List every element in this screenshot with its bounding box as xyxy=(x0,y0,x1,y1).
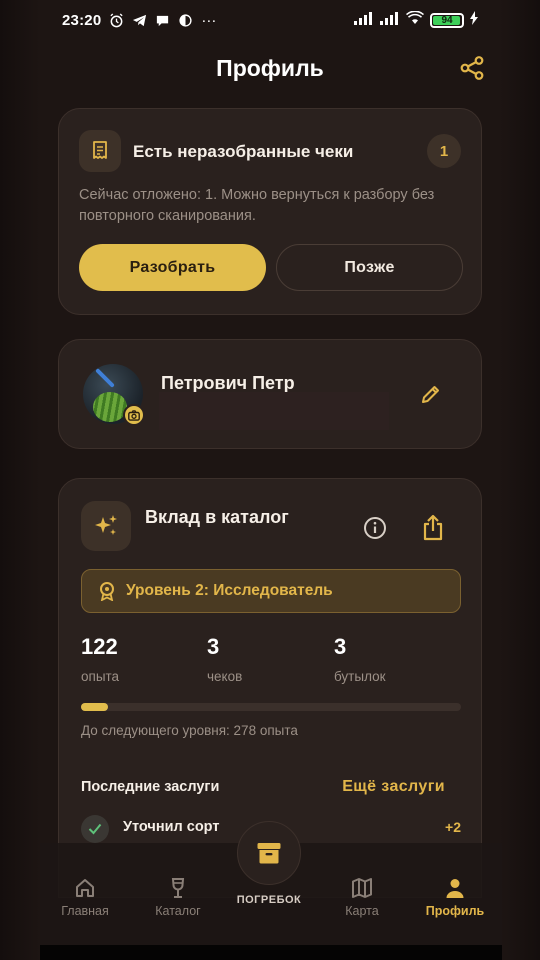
stat-value: 122 xyxy=(81,634,118,659)
app-icon xyxy=(178,13,193,28)
avatar-knife-image xyxy=(95,368,115,388)
pending-count-badge: 1 xyxy=(427,134,461,168)
pending-receipts-title: Есть неразобранные чеки xyxy=(133,142,354,161)
nav-item-profile[interactable]: Профиль xyxy=(420,877,490,918)
map-icon xyxy=(327,877,397,899)
share-contribution-button[interactable] xyxy=(421,514,445,542)
wine-glass-icon xyxy=(143,877,213,899)
wifi-icon xyxy=(405,10,425,29)
nav-label: Каталог xyxy=(155,904,201,918)
status-time: 23:20 xyxy=(62,11,102,29)
share-button[interactable] xyxy=(458,54,486,82)
telegram-icon xyxy=(132,13,147,28)
nav-item-home[interactable]: Главная xyxy=(50,877,120,918)
sparkles-icon xyxy=(81,501,131,551)
charging-icon xyxy=(470,11,478,29)
header: Профиль xyxy=(0,48,540,88)
later-button[interactable]: Позже xyxy=(276,244,463,291)
battery-level: 94 xyxy=(441,14,453,26)
nav-item-map[interactable]: Карта xyxy=(327,877,397,918)
battery-icon: 94 xyxy=(430,12,464,28)
stat-value: 3 xyxy=(207,634,220,659)
info-icon xyxy=(364,517,386,539)
profile-screen: 23:20 ··· 94 Профиль Есть неразобранные … xyxy=(0,0,540,960)
system-navigation-bar xyxy=(40,945,502,960)
more-merits-link[interactable]: Ещё заслуги xyxy=(342,778,445,796)
stat-value: 3 xyxy=(334,634,347,659)
archive-box-icon xyxy=(257,843,281,864)
merit-points: +2 xyxy=(445,819,461,835)
pending-receipts-description: Сейчас отложено: 1. Можно вернуться к ра… xyxy=(79,187,435,224)
level-progress-bar xyxy=(81,703,461,711)
cellar-button[interactable] xyxy=(237,821,301,885)
stat-experience: 122 опыта xyxy=(81,634,119,684)
stat-label: бутылок xyxy=(334,669,386,684)
status-bar: 23:20 ··· 94 xyxy=(0,0,540,40)
more-notifications-icon: ··· xyxy=(201,11,217,29)
profile-name: Петрович Петр xyxy=(161,373,295,393)
profile-card: Петрович Петр xyxy=(58,339,482,449)
pencil-icon xyxy=(422,386,439,403)
stat-receipts: 3 чеков xyxy=(207,634,242,684)
share-icon xyxy=(460,56,484,80)
info-button[interactable] xyxy=(363,516,387,540)
alarm-icon xyxy=(109,12,124,28)
nav-label: Главная xyxy=(61,904,109,918)
receipt-icon xyxy=(79,130,121,172)
upload-share-icon xyxy=(423,514,443,541)
nav-label: Карта xyxy=(345,904,379,918)
chat-icon xyxy=(155,13,170,28)
home-icon xyxy=(50,877,120,899)
contribution-title: Вклад в каталог xyxy=(145,507,289,527)
merit-title: Уточнил сорт xyxy=(123,819,220,835)
stat-label: опыта xyxy=(81,669,120,684)
level-progress-fill xyxy=(81,703,108,711)
avatar-melon-image xyxy=(93,392,127,422)
nav-item-catalog[interactable]: Каталог xyxy=(143,877,213,918)
signal-icon xyxy=(354,11,374,29)
process-receipts-button[interactable]: Разобрать xyxy=(79,244,266,291)
nav-label: Профиль xyxy=(425,904,485,918)
camera-icon[interactable] xyxy=(123,404,145,426)
next-level-text: До следующего уровня: 278 опыта xyxy=(81,723,298,738)
stat-bottles: 3 бутылок xyxy=(334,634,386,684)
recent-merits-title: Последние заслуги xyxy=(81,779,220,795)
stat-label: чеков xyxy=(207,669,243,684)
person-icon xyxy=(420,877,490,899)
cellar-label[interactable]: ПОГРЕБОК xyxy=(229,894,309,906)
redacted-overlay xyxy=(159,392,389,430)
level-text: Уровень 2: Исследователь xyxy=(126,582,333,599)
signal-icon-2 xyxy=(380,11,400,29)
bottom-nav: Главная Каталог ПОГРЕБОК Карта Профиль xyxy=(40,821,502,960)
check-icon xyxy=(81,815,109,843)
edit-profile-button[interactable] xyxy=(419,382,443,406)
level-badge: Уровень 2: Исследователь xyxy=(81,569,461,613)
pending-receipts-card: Есть неразобранные чеки 1 Сейчас отложен… xyxy=(58,108,482,315)
medal-icon xyxy=(100,582,114,601)
